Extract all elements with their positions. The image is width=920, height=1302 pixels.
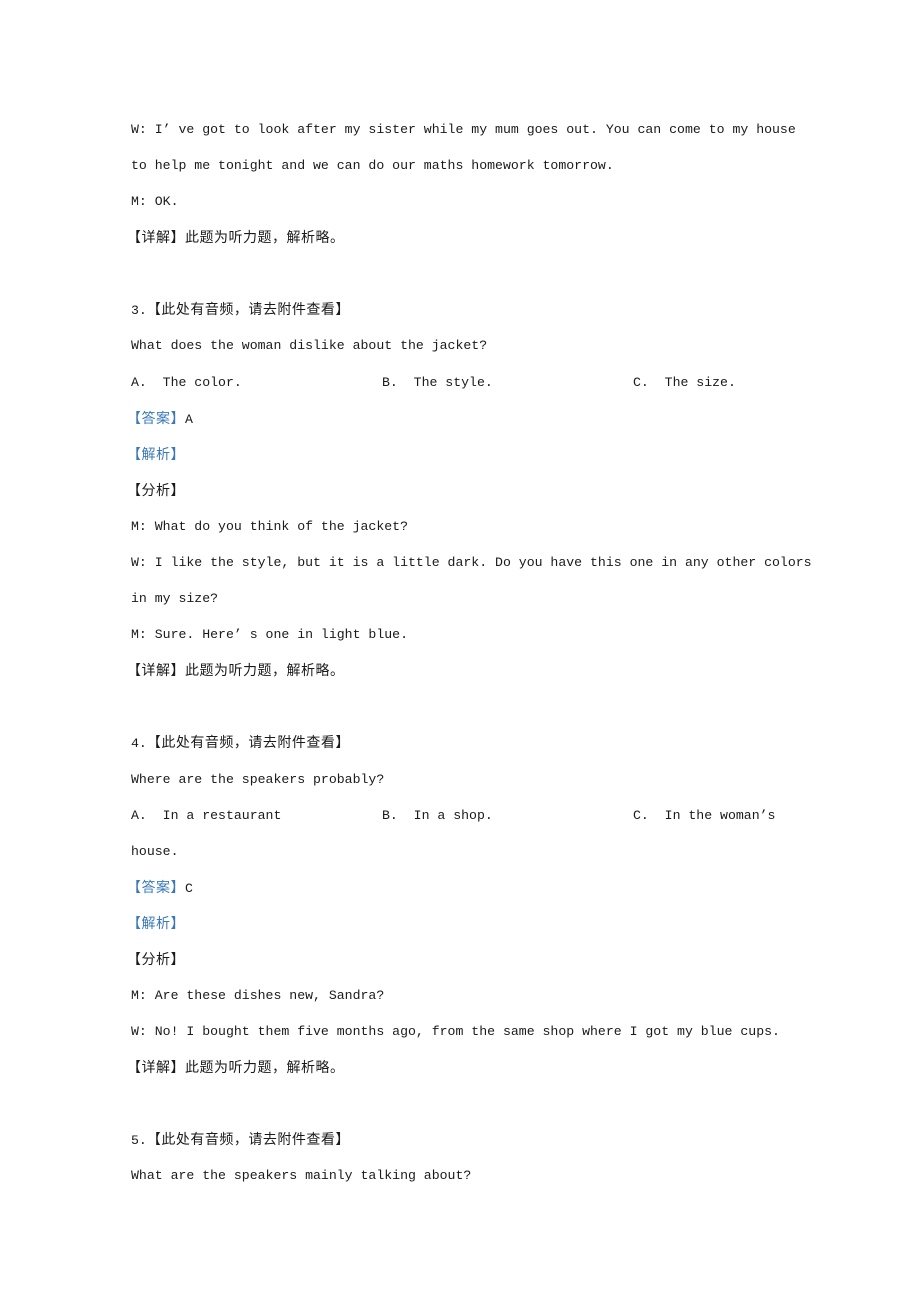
answer-line: 【答案】A — [127, 408, 811, 444]
analysis-label: 【解析】 — [127, 444, 811, 480]
option-a: A. In a restaurant — [131, 807, 282, 823]
audio-note: 【此处有音频，请去附件查看】 — [146, 735, 350, 752]
question-text: Where are the speakers probably? — [131, 771, 385, 787]
options-row: A. In a restaurant B. In a shop. C. In t… — [131, 805, 811, 841]
question-text: What does the woman dislike about the ja… — [131, 338, 488, 354]
breakdown-label: 【分析】 — [127, 949, 811, 985]
option-b: B. The style. — [382, 374, 493, 390]
dialogue-line: M: Sure. Here’ s one in light blue. — [131, 627, 408, 643]
dialogue-line: W: I’ ve got to look after my sister whi… — [131, 122, 796, 137]
detail-line: 【详解】此题为听力题，解析略。 — [127, 1057, 811, 1093]
dialogue-line: in my size? — [131, 591, 219, 607]
dialogue-line: M: What do you think of the jacket? — [131, 518, 408, 534]
analysis-label: 【解析】 — [127, 913, 811, 949]
question-number: 5. — [131, 1133, 147, 1149]
option-b: B. In a shop. — [382, 807, 493, 823]
detail-label: 【详解】 — [127, 663, 185, 680]
answer-label: 【答案】 — [127, 879, 185, 896]
question-3-header: 3.【此处有音频，请去附件查看】 — [131, 299, 811, 335]
dialogue-line: to help me tonight and we can do our mat… — [131, 158, 614, 174]
audio-note: 【此处有音频，请去附件查看】 — [146, 1132, 350, 1149]
detail-line: 【详解】此题为听力题，解析略。 — [127, 660, 811, 696]
detail-text: 此题为听力题，解析略。 — [185, 230, 345, 247]
option-c-continuation: house. — [131, 843, 179, 859]
question-text: What are the speakers mainly talking abo… — [131, 1168, 472, 1184]
analysis-label-text: 【解析】 — [127, 915, 185, 932]
answer-line: 【答案】C — [127, 877, 811, 913]
analysis-label-text: 【解析】 — [127, 446, 185, 463]
dialogue-line: W: No! I bought them five months ago, fr… — [131, 1024, 780, 1040]
answer-value: A — [185, 411, 193, 427]
question-5-header: 5.【此处有音频，请去附件查看】 — [131, 1129, 811, 1165]
answer-value: C — [185, 880, 193, 896]
option-a: A. The color. — [131, 374, 242, 390]
document-page: W: I’ ve got to look after my sister whi… — [127, 119, 812, 1202]
breakdown-label: 【分析】 — [127, 480, 811, 516]
breakdown-label-text: 【分析】 — [127, 951, 185, 968]
question-4-header: 4.【此处有音频，请去附件查看】 — [131, 732, 811, 768]
dialogue-line: M: OK. — [131, 194, 179, 210]
dialogue-line: W: I like the style, but it is a little … — [131, 555, 812, 571]
detail-line: 【详解】此题为听力题，解析略。 — [127, 227, 811, 263]
option-c: C. In the woman’s — [633, 807, 776, 823]
option-c: C. The size. — [633, 374, 736, 390]
dialogue-line: M: Are these dishes new, Sandra? — [131, 988, 385, 1004]
question-number: 3. — [131, 303, 147, 319]
detail-text: 此题为听力题，解析略。 — [185, 663, 345, 680]
audio-note: 【此处有音频，请去附件查看】 — [146, 302, 350, 319]
detail-text: 此题为听力题，解析略。 — [185, 1060, 345, 1077]
options-row: A. The color. B. The style. C. The size. — [131, 372, 811, 408]
detail-label: 【详解】 — [127, 230, 185, 247]
question-number: 4. — [131, 736, 147, 752]
detail-label: 【详解】 — [127, 1060, 185, 1077]
breakdown-label-text: 【分析】 — [127, 482, 185, 499]
answer-label: 【答案】 — [127, 410, 185, 427]
